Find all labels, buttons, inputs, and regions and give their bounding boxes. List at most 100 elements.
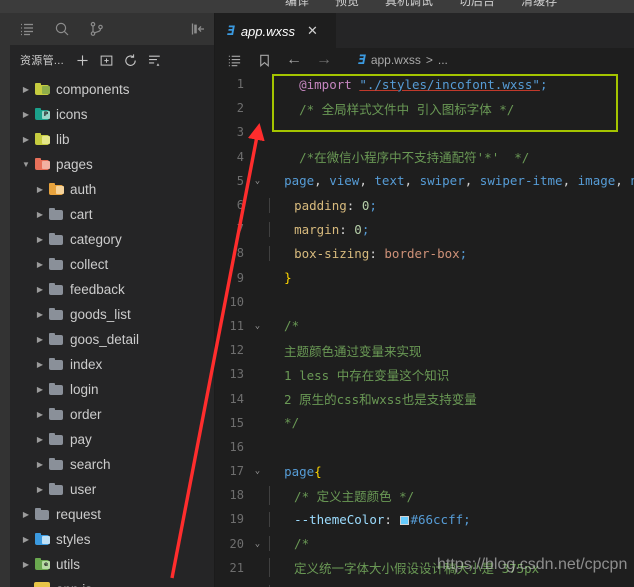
- chevron-right-icon[interactable]: ▶: [32, 410, 48, 419]
- line-number: 9: [236, 270, 244, 285]
- outline-icon[interactable]: [226, 52, 242, 68]
- tree-item-components[interactable]: ▶ components: [10, 77, 214, 102]
- refresh-icon[interactable]: [120, 49, 142, 71]
- fold-chevron-icon[interactable]: ⌄: [250, 176, 265, 186]
- collapse-panel-icon[interactable]: [189, 21, 206, 38]
- chevron-right-icon[interactable]: ▶: [32, 210, 48, 219]
- code-line[interactable]: 13 1 less 中存在变量这个知识: [216, 362, 634, 386]
- tree-item-cart[interactable]: ▶ cart: [10, 202, 214, 227]
- back-arrow-icon[interactable]: ←: [286, 51, 302, 68]
- tree-item-collect[interactable]: ▶ collect: [10, 252, 214, 277]
- source-control-icon[interactable]: [88, 21, 105, 38]
- fold-chevron-icon[interactable]: ⌄: [250, 321, 265, 331]
- chevron-right-icon[interactable]: ▶: [18, 110, 34, 119]
- code-line[interactable]: 4 /*在微信小程序中不支持通配符'*' */: [216, 145, 634, 169]
- menu-item-3[interactable]: 切后台: [459, 0, 495, 8]
- tree-item-app-js[interactable]: JS app.js: [10, 577, 214, 587]
- chevron-right-icon[interactable]: ▶: [32, 285, 48, 294]
- menu-item-4[interactable]: 清缓存: [521, 0, 557, 8]
- chevron-right-icon[interactable]: ▶: [32, 360, 48, 369]
- folder-icon: [34, 82, 50, 98]
- code-line[interactable]: 5 ⌄ page, view, text, swiper, swiper-itme…: [216, 169, 634, 193]
- menu-item-1[interactable]: 预览: [335, 0, 359, 8]
- bookmark-icon[interactable]: [256, 52, 272, 68]
- tree-item-index[interactable]: ▶ index: [10, 352, 214, 377]
- editor-area: Ǝ app.wxss ✕ ← → Ǝ app.wxss > ... 1 @imp…: [216, 13, 634, 587]
- chevron-right-icon[interactable]: ▶: [32, 435, 48, 444]
- breadcrumb-path[interactable]: Ǝ app.wxss > ...: [358, 53, 448, 68]
- chevron-right-icon[interactable]: ▶: [32, 235, 48, 244]
- code-line[interactable]: 12 主题颜色通过变量来实现: [216, 338, 634, 362]
- chevron-right-icon[interactable]: ▶: [18, 535, 34, 544]
- menu-item-2[interactable]: 真机调试: [385, 0, 433, 8]
- code-line[interactable]: 18 /* 定义主题颜色 */: [216, 483, 634, 507]
- code-line[interactable]: 14 2 原生的css和wxss也是支持变量: [216, 386, 634, 410]
- code-line[interactable]: 16: [216, 435, 634, 459]
- chevron-down-icon[interactable]: ▼: [18, 160, 34, 169]
- code-line[interactable]: 3: [216, 120, 634, 144]
- tree-item-pages[interactable]: ▼ pages: [10, 152, 214, 177]
- code-line[interactable]: 7 margin: 0;: [216, 217, 634, 241]
- code-line[interactable]: 20 ⌄ /*: [216, 532, 634, 556]
- code-line[interactable]: 6 padding: 0;: [216, 193, 634, 217]
- tree-item-user[interactable]: ▶ user: [10, 477, 214, 502]
- code-line[interactable]: 10: [216, 290, 634, 314]
- tree-item-lib[interactable]: ▶ lib: [10, 127, 214, 152]
- tree-item-label: goos_detail: [70, 332, 140, 347]
- tree-item-request[interactable]: ▶ request: [10, 502, 214, 527]
- tree-item-auth[interactable]: ▶ auth: [10, 177, 214, 202]
- tree-item-category[interactable]: ▶ category: [10, 227, 214, 252]
- chevron-right-icon[interactable]: ▶: [32, 185, 48, 194]
- code-token: 2 原生的css和wxss也是支持变量: [269, 392, 477, 408]
- chevron-right-icon[interactable]: ▶: [32, 460, 48, 469]
- tree-item-login[interactable]: ▶ login: [10, 377, 214, 402]
- code-line[interactable]: 11 ⌄ /*: [216, 314, 634, 338]
- breadcrumb-more[interactable]: ...: [438, 53, 448, 67]
- search-icon[interactable]: [53, 21, 70, 38]
- list-icon[interactable]: [18, 21, 35, 38]
- code-line[interactable]: 17 ⌄ page{: [216, 459, 634, 483]
- chevron-right-icon[interactable]: ▶: [32, 485, 48, 494]
- chevron-right-icon[interactable]: ▶: [32, 310, 48, 319]
- tab-app-wxss[interactable]: Ǝ app.wxss ✕: [216, 13, 336, 48]
- code-line[interactable]: 22 1px=2rpx: [216, 580, 634, 587]
- code-line[interactable]: 2 /* 全局样式文件中 引入图标字体 */: [216, 96, 634, 120]
- breadcrumb-file[interactable]: app.wxss: [371, 53, 421, 67]
- code-line[interactable]: 15 */: [216, 411, 634, 435]
- tree-item-label: search: [70, 457, 111, 472]
- chevron-right-icon[interactable]: ▶: [32, 260, 48, 269]
- explorer-sidebar: 资源管... ▶ components ▶ P icons ▶ lib ▼ pa…: [10, 13, 215, 587]
- chevron-right-icon[interactable]: ▶: [18, 85, 34, 94]
- forward-arrow-icon[interactable]: →: [316, 51, 332, 68]
- tree-item-pay[interactable]: ▶ pay: [10, 427, 214, 452]
- chevron-right-icon[interactable]: ▶: [18, 135, 34, 144]
- chevron-right-icon[interactable]: ▶: [32, 385, 48, 394]
- new-file-icon[interactable]: [72, 49, 94, 71]
- fold-chevron-icon[interactable]: ⌄: [250, 539, 265, 549]
- code-line[interactable]: 21 定义统一字体大小假设设计稿大小是 375px: [216, 556, 634, 580]
- code-line[interactable]: 9 }: [216, 266, 634, 290]
- tree-item-utils[interactable]: ▶ e utils: [10, 552, 214, 577]
- code-content[interactable]: 1 @import "./styles/incofont.wxss"; 2 /* …: [216, 72, 634, 587]
- tree-item-feedback[interactable]: ▶ feedback: [10, 277, 214, 302]
- collapse-all-icon[interactable]: [144, 49, 166, 71]
- chevron-right-icon[interactable]: ▶: [18, 560, 34, 569]
- close-icon[interactable]: ✕: [307, 23, 318, 39]
- tree-item-goos-detail[interactable]: ▶ goos_detail: [10, 327, 214, 352]
- tree-item-goods-list[interactable]: ▶ goods_list: [10, 302, 214, 327]
- new-folder-icon[interactable]: [96, 49, 118, 71]
- code-line[interactable]: 19 --themeColor: #66ccff;: [216, 507, 634, 531]
- tree-item-search[interactable]: ▶ search: [10, 452, 214, 477]
- tree-item-icons[interactable]: ▶ Picons: [10, 102, 214, 127]
- color-swatch[interactable]: [400, 515, 410, 525]
- code-line[interactable]: 8 box-sizing: border-box;: [216, 241, 634, 265]
- menu-item-0[interactable]: 编译: [285, 0, 309, 8]
- chevron-right-icon[interactable]: ▶: [32, 335, 48, 344]
- tree-item-styles[interactable]: ▶ styles: [10, 527, 214, 552]
- chevron-right-icon[interactable]: ▶: [18, 510, 34, 519]
- tree-item-order[interactable]: ▶ order: [10, 402, 214, 427]
- code-line[interactable]: 1 @import "./styles/incofont.wxss";: [216, 72, 634, 96]
- fold-chevron-icon[interactable]: ⌄: [250, 466, 265, 476]
- tree-item-label: request: [56, 507, 102, 522]
